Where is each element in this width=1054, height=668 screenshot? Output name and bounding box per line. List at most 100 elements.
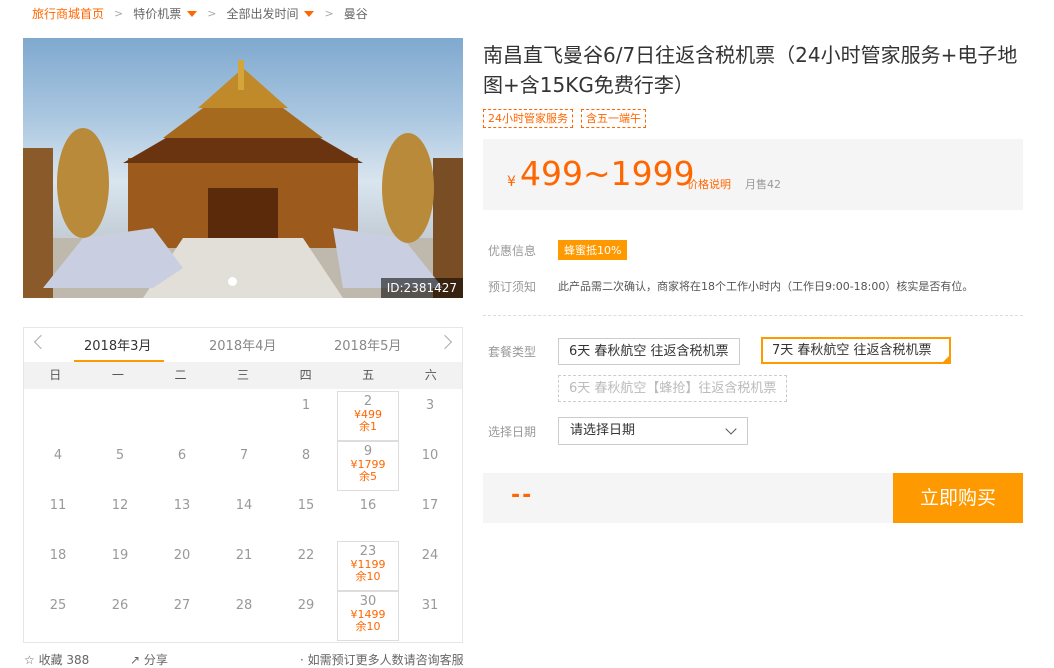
calendar-day: 3 xyxy=(399,391,461,441)
weekday: 二 xyxy=(174,368,187,382)
calendar-day-number: 19 xyxy=(111,548,129,563)
calendar-day-number: 13 xyxy=(173,498,191,513)
breadcrumb-separator: > xyxy=(114,6,124,20)
calendar-day: 20 xyxy=(151,541,213,591)
share-label: 分享 xyxy=(143,653,168,667)
calendar-day: 13 xyxy=(151,491,213,541)
temple-illustration xyxy=(23,60,463,298)
weekday: 五 xyxy=(362,368,375,382)
notice-text: 此产品需二次确认，商家将在18个工作小时内（工作日9:00-18:00）核实是否… xyxy=(558,280,974,293)
divider xyxy=(483,315,1023,316)
calendar-day-available[interactable]: 23 ¥1199 余10 xyxy=(337,541,399,591)
calendar-day: 24 xyxy=(399,541,461,591)
breadcrumb: 旅行商城首页 > 特价机票 > 全部出发时间 > 曼谷 xyxy=(32,4,368,22)
calendar-day-number: 11 xyxy=(49,498,67,513)
package-option-7day[interactable]: 7天 春秋航空 往返含税机票 xyxy=(761,337,951,364)
tab-month-april[interactable]: 2018年4月 xyxy=(209,335,276,354)
calendar-day: 15 xyxy=(275,491,337,541)
weekday: 三 xyxy=(237,368,250,382)
weekday: 六 xyxy=(424,368,437,382)
price-box: ¥ 499~1999 价格说明 月售42 xyxy=(483,139,1023,210)
price-range: 499~1999 xyxy=(520,154,695,193)
breadcrumb-current: 曼谷 xyxy=(343,6,368,21)
date-select[interactable]: 请选择日期 xyxy=(558,417,748,445)
calendar-day: 4 xyxy=(27,441,89,491)
calendar-day-number: 21 xyxy=(235,548,253,563)
calendar-day: 7 xyxy=(213,441,275,491)
calendar-day: 22 xyxy=(275,541,337,591)
calendar-day-number: 2 xyxy=(363,394,373,409)
favorite-button[interactable]: ☆ 收藏 388 xyxy=(24,651,89,668)
calendar-day-number: 6 xyxy=(177,448,187,463)
calendar-day: 8 xyxy=(275,441,337,491)
breadcrumb-flights-dropdown[interactable]: 特价机票 xyxy=(133,5,198,22)
product-image[interactable]: ID:2381427 xyxy=(23,38,463,298)
monthly-sales: 月售42 xyxy=(745,178,781,191)
calendar-day-available[interactable]: 9 ¥1799 余5 xyxy=(337,441,399,491)
tab-month-may[interactable]: 2018年5月 xyxy=(334,335,401,354)
weekday: 日 xyxy=(49,368,62,382)
calendar-day-available[interactable]: 30 ¥1499 余10 xyxy=(337,591,399,641)
calendar-day: 14 xyxy=(213,491,275,541)
calendar-day: 12 xyxy=(89,491,151,541)
calendar-day: 27 xyxy=(151,591,213,641)
calendar-day-number: 24 xyxy=(421,548,439,563)
calendar-day-stock: 余10 xyxy=(355,570,381,583)
calendar-day-number: 10 xyxy=(421,448,439,463)
calendar-day-number: 31 xyxy=(421,598,439,613)
booking-note: · 如需预订更多人数请咨询客服 xyxy=(300,653,464,667)
package-label: 套餐类型 xyxy=(488,345,537,359)
share-button[interactable]: ↗ 分享 xyxy=(130,651,168,668)
calendar-day-available[interactable]: 2 ¥499 余1 xyxy=(337,391,399,441)
package-option-6day[interactable]: 6天 春秋航空 往返含税机票 xyxy=(558,338,740,365)
calendar-day: 19 xyxy=(89,541,151,591)
calendar-day-number: 14 xyxy=(235,498,253,513)
calendar: 2018年3月 2018年4月 2018年5月 日 一 二 三 四 五 六 12… xyxy=(23,327,463,643)
calendar-day-number: 23 xyxy=(359,544,377,559)
breadcrumb-home-link[interactable]: 旅行商城首页 xyxy=(32,5,104,22)
chevron-right-icon[interactable] xyxy=(437,334,453,350)
calendar-day-number: 27 xyxy=(173,598,191,613)
calendar-day: 18 xyxy=(27,541,89,591)
calendar-day: 6 xyxy=(151,441,213,491)
calendar-day-number: 28 xyxy=(235,598,253,613)
breadcrumb-time-dropdown[interactable]: 全部出发时间 xyxy=(226,5,315,22)
calendar-day-number: 9 xyxy=(363,444,373,459)
calendar-day: 5 xyxy=(89,441,151,491)
calendar-day-number: 22 xyxy=(297,548,315,563)
calendar-day-number: 4 xyxy=(53,448,63,463)
calendar-day-number: 30 xyxy=(359,594,377,609)
selected-check-icon xyxy=(941,354,951,364)
breadcrumb-flights-label: 特价机票 xyxy=(133,6,182,21)
buy-bar: -- 立即购买 xyxy=(483,473,1023,523)
carousel-dot[interactable] xyxy=(228,277,237,286)
calendar-day: 31 xyxy=(399,591,461,641)
date-label: 选择日期 xyxy=(488,425,537,439)
calendar-day-number: 25 xyxy=(49,598,67,613)
calendar-day: 11 xyxy=(27,491,89,541)
breadcrumb-separator: > xyxy=(324,6,334,20)
calendar-day-stock: 余1 xyxy=(359,420,377,433)
calendar-day: 17 xyxy=(399,491,461,541)
calendar-day-number: 20 xyxy=(173,548,191,563)
promo-badge: 蜂蜜抵10% xyxy=(558,240,628,260)
calendar-day-number: 8 xyxy=(301,448,311,463)
breadcrumb-separator: > xyxy=(207,6,217,20)
date-select-value: 请选择日期 xyxy=(570,423,636,438)
image-id-label: ID:2381427 xyxy=(380,278,463,298)
weekday-header: 日 一 二 三 四 五 六 xyxy=(24,362,462,389)
weekday: 一 xyxy=(111,368,124,382)
chevron-left-icon[interactable] xyxy=(33,334,49,350)
calendar-day-number: 3 xyxy=(425,398,435,413)
notice-label: 预订须知 xyxy=(488,280,537,294)
calendar-month-tabs: 2018年3月 2018年4月 2018年5月 xyxy=(24,328,462,362)
price-explain-link[interactable]: 价格说明 xyxy=(687,176,731,192)
tag-holiday: 含五一端午 xyxy=(581,109,646,128)
tab-month-march[interactable]: 2018年3月 xyxy=(84,335,151,354)
calendar-day-number: 12 xyxy=(111,498,129,513)
buy-now-button[interactable]: 立即购买 xyxy=(893,473,1023,523)
currency-symbol: ¥ xyxy=(507,174,516,190)
package-option-6day-flash[interactable]: 6天 春秋航空【蜂抢】往返含税机票 xyxy=(558,375,788,402)
calendar-day: 28 xyxy=(213,591,275,641)
calendar-day-number: 1 xyxy=(301,398,311,413)
